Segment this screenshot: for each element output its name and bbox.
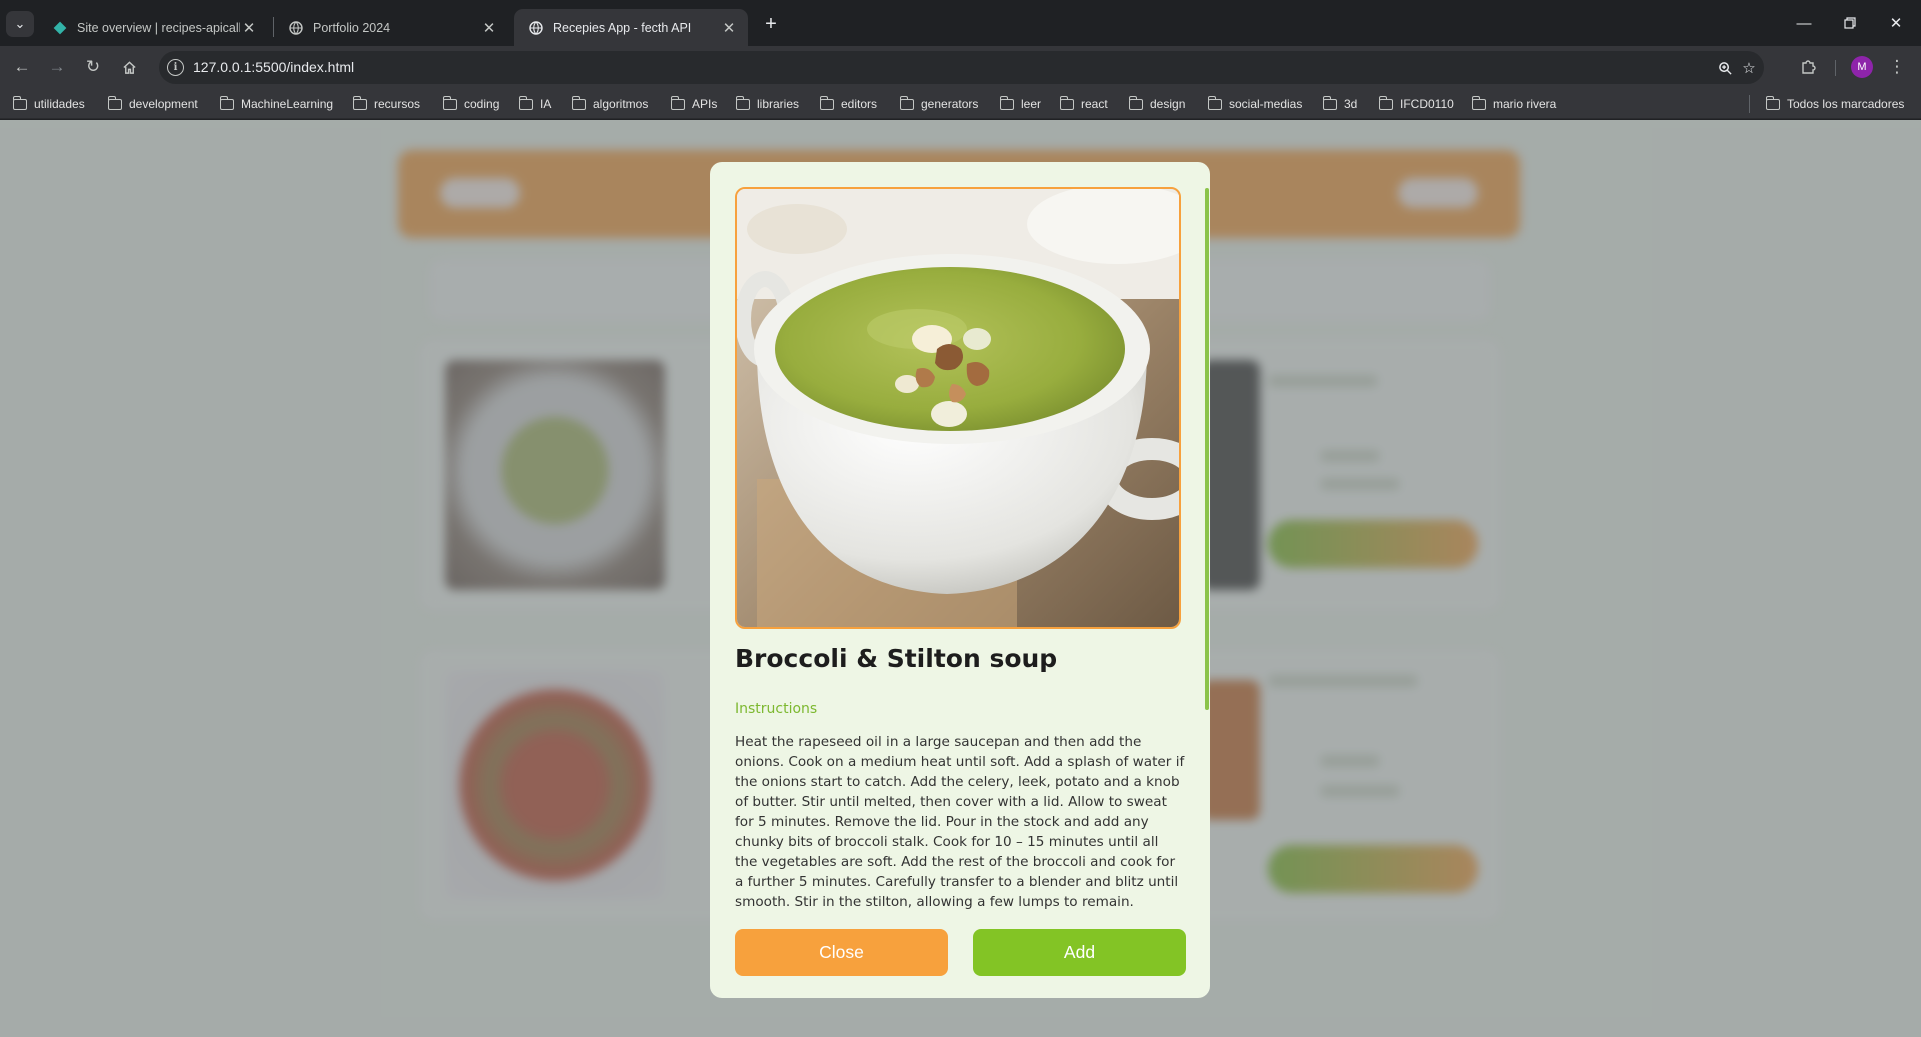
tab-strip: ⌄ Site overview | recipes-apicall | ✕ Po… bbox=[0, 0, 1921, 46]
meal-image bbox=[735, 187, 1181, 629]
meal-title: Broccoli & Stilton soup bbox=[735, 644, 1058, 673]
close-window-icon[interactable]: ✕ bbox=[1873, 6, 1919, 40]
tab-search-chevron-down-icon[interactable]: ⌄ bbox=[6, 11, 34, 37]
bookmark-folder[interactable]: development bbox=[107, 94, 198, 114]
address-url[interactable]: 127.0.0.1:5500/index.html bbox=[193, 59, 354, 75]
folder-icon bbox=[1128, 95, 1143, 110]
bookmark-folder[interactable]: libraries bbox=[735, 94, 799, 114]
recipe-modal: Broccoli & Stilton soup Instructions Hea… bbox=[710, 162, 1210, 998]
folder-icon bbox=[352, 95, 367, 110]
restore-icon[interactable] bbox=[1827, 6, 1873, 40]
folder-icon bbox=[518, 95, 533, 110]
bookmarks-divider bbox=[1749, 95, 1750, 113]
bookmark-folder[interactable]: algoritmos bbox=[571, 94, 648, 114]
bookmark-folder[interactable]: editors bbox=[819, 94, 877, 114]
globe-icon bbox=[288, 20, 303, 35]
folder-icon bbox=[735, 95, 750, 110]
tab-close-icon[interactable]: ✕ bbox=[720, 19, 738, 37]
tab-portfolio[interactable]: Portfolio 2024 ✕ bbox=[274, 9, 508, 46]
reload-icon[interactable]: ↻ bbox=[78, 53, 108, 81]
folder-icon bbox=[1378, 95, 1393, 110]
address-bar[interactable]: i 127.0.0.1:5500/index.html ☆ bbox=[159, 51, 1764, 84]
browser-toolbar: ← → ↻ i 127.0.0.1:5500/index.html ☆ M ⋮ bbox=[0, 46, 1921, 88]
folder-icon bbox=[899, 95, 914, 110]
folder-icon bbox=[12, 95, 27, 110]
tab-close-icon[interactable]: ✕ bbox=[480, 19, 498, 37]
instructions-text: Heat the rapeseed oil in a large saucepa… bbox=[735, 734, 1185, 910]
bookmark-folder[interactable]: design bbox=[1128, 94, 1185, 114]
forward-arrow-icon[interactable]: → bbox=[42, 53, 72, 81]
bookmark-folder[interactable]: recursos bbox=[352, 94, 420, 114]
netlify-diamond-icon bbox=[52, 20, 67, 35]
folder-icon bbox=[819, 95, 834, 110]
tab-site-overview[interactable]: Site overview | recipes-apicall | ✕ bbox=[38, 9, 268, 46]
zoom-icon[interactable] bbox=[1714, 57, 1736, 79]
site-info-icon[interactable]: i bbox=[167, 59, 184, 76]
folder-icon bbox=[1765, 95, 1780, 110]
bookmark-folder[interactable]: MachineLearning bbox=[219, 94, 333, 114]
folder-icon bbox=[1322, 95, 1337, 110]
back-arrow-icon[interactable]: ← bbox=[7, 53, 37, 81]
folder-icon bbox=[1207, 95, 1222, 110]
folder-icon bbox=[1471, 95, 1486, 110]
folder-icon bbox=[999, 95, 1014, 110]
add-button[interactable]: Add bbox=[973, 929, 1186, 976]
toolbar-divider bbox=[1835, 60, 1836, 76]
bookmark-folder[interactable]: generators bbox=[899, 94, 978, 114]
globe-icon bbox=[528, 20, 543, 35]
profile-avatar[interactable]: M bbox=[1851, 56, 1873, 78]
bookmark-folder[interactable]: mario rivera bbox=[1471, 94, 1556, 114]
bookmark-folder[interactable]: social-medias bbox=[1207, 94, 1302, 114]
folder-icon bbox=[1059, 95, 1074, 110]
folder-icon bbox=[571, 95, 586, 110]
bookmark-folder[interactable]: utilidades bbox=[12, 94, 85, 114]
puzzle-icon[interactable] bbox=[1793, 53, 1823, 81]
bookmark-folder[interactable]: react bbox=[1059, 94, 1108, 114]
home-icon[interactable] bbox=[114, 53, 144, 81]
tab-recepies-app[interactable]: Recepies App - fecth API ✕ bbox=[514, 9, 748, 46]
bookmark-folder[interactable]: IA bbox=[518, 94, 551, 114]
bookmarks-bar: utilidades development MachineLearning r… bbox=[0, 88, 1921, 119]
minimize-icon[interactable]: — bbox=[1781, 6, 1827, 40]
page-viewport: Broccoli & Stilton soup Instructions Hea… bbox=[0, 120, 1921, 1037]
bookmark-folder[interactable]: APIs bbox=[670, 94, 717, 114]
tab-close-icon[interactable]: ✕ bbox=[240, 19, 258, 37]
instructions-label: Instructions bbox=[735, 701, 818, 717]
modal-scrollbar[interactable] bbox=[1205, 188, 1209, 710]
all-bookmarks-folder[interactable]: Todos los marcadores bbox=[1765, 94, 1904, 114]
star-icon[interactable]: ☆ bbox=[1738, 57, 1760, 79]
folder-icon bbox=[670, 95, 685, 110]
close-button[interactable]: Close bbox=[735, 929, 948, 976]
folder-icon bbox=[107, 95, 122, 110]
folder-icon bbox=[442, 95, 457, 110]
bookmark-folder[interactable]: coding bbox=[442, 94, 499, 114]
bookmark-folder[interactable]: leer bbox=[999, 94, 1041, 114]
bookmark-folder[interactable]: IFCD0110 bbox=[1378, 94, 1454, 114]
new-tab-plus-icon[interactable]: + bbox=[757, 11, 785, 37]
folder-icon bbox=[219, 95, 234, 110]
kebab-menu-icon[interactable]: ⋮ bbox=[1882, 53, 1912, 81]
bookmark-folder[interactable]: 3d bbox=[1322, 94, 1357, 114]
